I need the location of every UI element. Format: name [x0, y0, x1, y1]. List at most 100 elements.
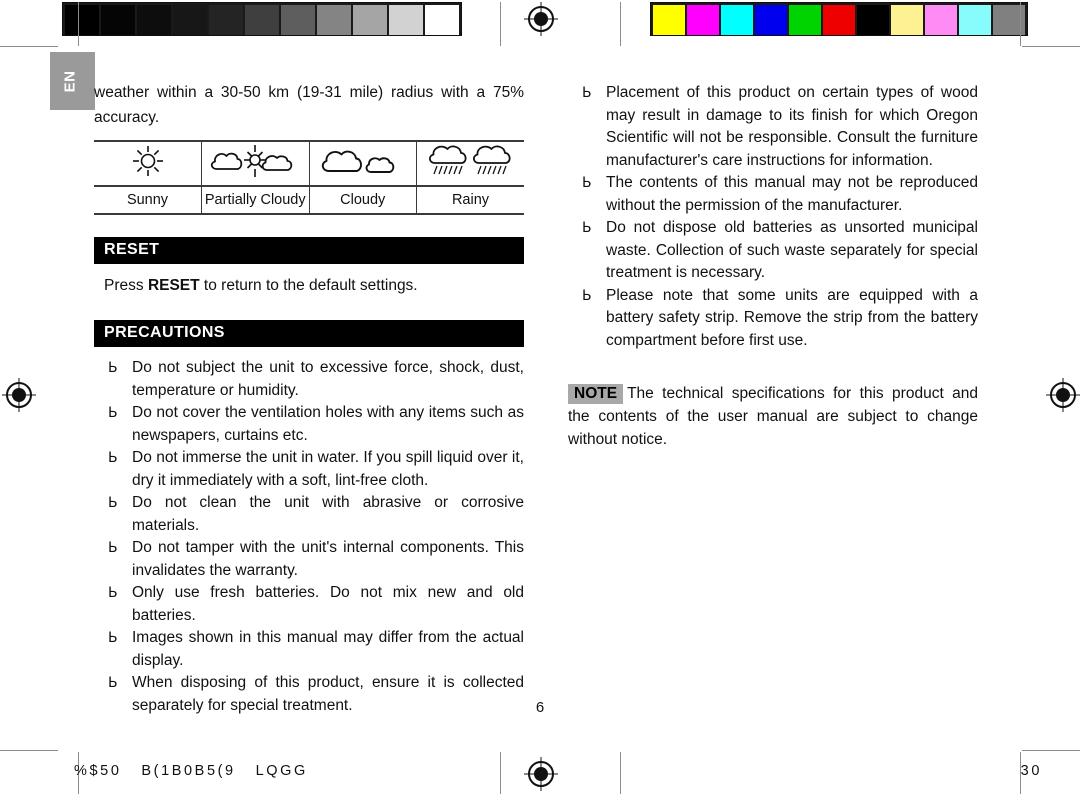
partially-cloudy-icon: [211, 145, 293, 177]
weather-cell-partially-cloudy: [201, 141, 309, 187]
precaution-item: Ь Do not immerse the unit in water. If yo…: [94, 447, 524, 492]
crop-mark-horizontal-bottom-right: [1022, 750, 1080, 751]
precaution-item-text: Do not dispose old batteries as unsorted…: [606, 219, 978, 281]
footer-left-text: %$50 B(1B0B5(9 LQGG: [74, 763, 308, 779]
grayscale-patch-1: [101, 5, 135, 35]
grayscale-patch-10: [425, 5, 459, 35]
precaution-item: Ь Do not cover the ventilation holes with…: [94, 402, 524, 447]
precaution-item-text: Do not immerse the unit in water. If you…: [132, 449, 524, 489]
manual-page: EN weather within a 30-50 km (19-31 mile…: [0, 0, 1080, 794]
color-patch-2: [721, 5, 753, 35]
crop-mark-vertical-right: [1020, 2, 1021, 46]
color-calibration-strip: [650, 2, 1028, 36]
precaution-item: Ь Do not dispose old batteries as unsorte…: [568, 217, 978, 285]
reset-instruction: Press RESET to return to the default set…: [94, 274, 524, 298]
note-block: NOTE The technical specifications for thi…: [568, 382, 978, 451]
bullet-marker-icon: Ь: [582, 220, 592, 236]
grayscale-patch-6: [281, 5, 315, 35]
color-patch-9: [959, 5, 991, 35]
bullet-marker-icon: Ь: [108, 495, 118, 511]
color-patch-1: [687, 5, 719, 35]
grayscale-patch-3: [173, 5, 207, 35]
precaution-item: Ь Only use fresh batteries. Do not mix ne…: [94, 582, 524, 627]
bullet-marker-icon: Ь: [108, 675, 118, 691]
precaution-item: Ь Images shown in this manual may differ …: [94, 627, 524, 672]
precaution-item-text: Images shown in this manual may differ f…: [132, 629, 524, 669]
cloud-shape-rain-right: [472, 145, 511, 164]
rain-drops: [432, 165, 507, 175]
footer-right-text: 30: [1020, 763, 1042, 779]
crop-mark-horizontal-top-left: [0, 46, 58, 47]
precaution-item: Ь Placement of this product on certain ty…: [568, 82, 978, 172]
rainy-icon: [428, 145, 511, 175]
color-patch-8: [925, 5, 957, 35]
precaution-item: Ь Please note that some units are equippe…: [568, 285, 978, 353]
weather-label-rainy: Rainy: [416, 186, 524, 215]
cloud-shape-left: [211, 152, 243, 170]
language-tab-label: EN: [60, 70, 78, 93]
weather-icon-table: Sunny Partially Cloudy Cloudy Rainy: [94, 140, 524, 215]
language-tab-en: EN: [50, 52, 95, 110]
registration-target-icon-left: [2, 378, 36, 412]
left-column: weather within a 30-50 km (19-31 mile) r…: [94, 80, 524, 717]
grayscale-patch-2: [137, 5, 171, 35]
crop-mark-horizontal-top-right: [1022, 46, 1080, 47]
color-patch-5: [823, 5, 855, 35]
crop-mark-vertical-bottom-center-left: [500, 752, 501, 794]
grayscale-patch-5: [245, 5, 279, 35]
crop-mark-vertical-center-left: [500, 2, 501, 46]
precaution-item-text: Do not clean the unit with abrasive or c…: [132, 494, 524, 534]
precaution-item: Ь The contents of this manual may not be …: [568, 172, 978, 217]
weather-cell-rainy: [416, 141, 524, 187]
weather-icon-row: [94, 141, 524, 187]
grayscale-patch-4: [209, 5, 243, 35]
grayscale-patch-7: [317, 5, 351, 35]
weather-label-sunny: Sunny: [94, 186, 202, 215]
grayscale-patch-0: [65, 5, 99, 35]
color-patch-0: [653, 5, 685, 35]
bullet-marker-icon: Ь: [108, 360, 118, 376]
precaution-item-text: Do not tamper with the unit's internal c…: [132, 539, 524, 579]
bullet-marker-icon: Ь: [108, 630, 118, 646]
sunny-icon: [132, 146, 163, 176]
note-text: The technical specifications for this pr…: [568, 385, 978, 448]
bullet-marker-icon: Ь: [108, 450, 118, 466]
reset-text-before: Press: [104, 277, 148, 294]
registration-target-icon-right: [1046, 378, 1080, 412]
bullet-marker-icon: Ь: [582, 85, 592, 101]
bullet-marker-icon: Ь: [108, 540, 118, 556]
reset-keyword: RESET: [147, 277, 200, 294]
weather-cell-sunny: [94, 141, 202, 187]
color-patch-3: [755, 5, 787, 35]
precaution-item: Ь Do not tamper with the unit's internal …: [94, 537, 524, 582]
precaution-item-text: The contents of this manual may not be r…: [606, 174, 978, 214]
cloud-shape-small: [365, 157, 395, 173]
precaution-item-text: Do not subject the unit to excessive for…: [132, 359, 524, 399]
weather-label-partially-cloudy: Partially Cloudy: [201, 186, 309, 215]
grayscale-patch-9: [389, 5, 423, 35]
precaution-item-text: Please note that some units are equipped…: [606, 286, 978, 349]
precaution-item-text: Placement of this product on certain typ…: [606, 84, 978, 169]
color-patch-6: [857, 5, 889, 35]
precaution-item: Ь Do not subject the unit to excessive fo…: [94, 357, 524, 402]
color-patch-7: [891, 5, 923, 35]
weather-cell-cloudy: [308, 141, 417, 187]
precaution-item: Ь Do not clean the unit with abrasive or …: [94, 492, 524, 537]
cloudy-icon: [321, 150, 395, 173]
section-heading-reset: RESET: [94, 237, 524, 264]
weather-label-row: Sunny Partially Cloudy Cloudy Rainy: [94, 186, 524, 215]
bullet-marker-icon: Ь: [582, 287, 592, 304]
right-column: Ь Placement of this product on certain ty…: [568, 80, 978, 451]
registration-target-icon-top: [524, 2, 558, 36]
crop-mark-vertical-left: [78, 2, 79, 46]
cloud-shape-right: [262, 155, 293, 171]
bullet-marker-icon: Ь: [582, 175, 592, 191]
section-heading-precautions: PRECAUTIONS: [94, 320, 524, 347]
crop-mark-vertical-bottom-center-right: [620, 752, 621, 794]
bullet-marker-icon: Ь: [108, 405, 118, 421]
precaution-item-text: Do not cover the ventilation holes with …: [132, 404, 524, 444]
bullet-marker-icon: Ь: [108, 585, 118, 601]
precautions-list: Ь Do not subject the unit to excessive fo…: [94, 357, 524, 717]
page-number: 6: [535, 699, 545, 716]
weather-label-cloudy: Cloudy: [308, 186, 417, 215]
